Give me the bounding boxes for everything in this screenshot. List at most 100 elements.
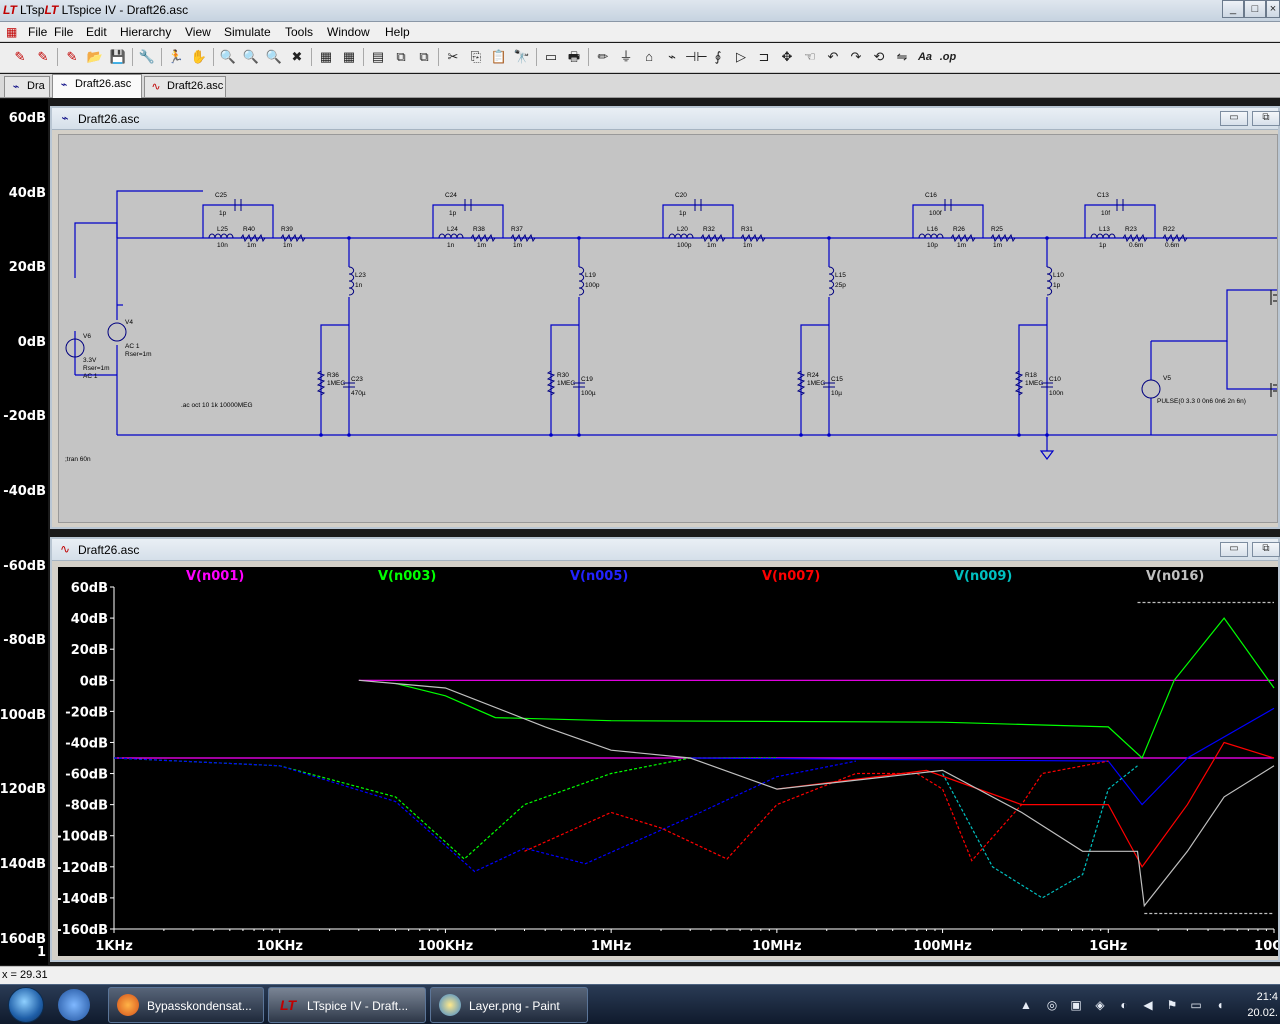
redo-icon[interactable]: ↷: [846, 47, 866, 67]
tray-antivirus-icon[interactable]: ◐: [1116, 997, 1132, 1013]
find-icon[interactable]: 🔭: [512, 47, 532, 67]
schematic-canvas[interactable]: C25 1p L25 10n R40 1m R39 1m L23 1n R36 1MEG C23 470µ…: [58, 134, 1278, 523]
inductor-icon[interactable]: ∮: [708, 47, 728, 67]
inductor-symbol: [348, 266, 355, 296]
tray-warning-icon[interactable]: ◀: [1140, 997, 1156, 1013]
system-clock[interactable]: 21:4 20.02.: [1247, 989, 1278, 1021]
trace-label[interactable]: V(n009): [954, 569, 1012, 584]
save-icon[interactable]: 💾: [108, 47, 128, 67]
toolbar-separator: [311, 48, 312, 66]
menu-help[interactable]: Help: [385, 25, 410, 39]
trace-label[interactable]: V(n003): [378, 569, 436, 584]
control-panel-icon[interactable]: 🔧: [137, 47, 157, 67]
text-icon[interactable]: Aa: [915, 47, 935, 67]
draw-wire-icon[interactable]: ✏: [593, 47, 613, 67]
ie-icon[interactable]: [58, 989, 90, 1021]
move-icon[interactable]: ✥: [777, 47, 797, 67]
menu-view[interactable]: View: [185, 25, 211, 39]
copy-icon[interactable]: ⎘: [466, 47, 486, 67]
label-net-icon[interactable]: ⌂: [639, 47, 659, 67]
tray-volume-icon[interactable]: ◖: [1212, 997, 1228, 1013]
menu-edit[interactable]: Edit: [86, 25, 107, 39]
minimize-button[interactable]: _: [1222, 0, 1244, 18]
grid-icon[interactable]: ▦: [339, 47, 359, 67]
new-schematic-icon[interactable]: ✎: [10, 47, 30, 67]
zoom-in-icon[interactable]: 🔍: [218, 47, 238, 67]
schematic-restore-button[interactable]: ⧉: [1252, 111, 1280, 126]
close-button[interactable]: ×: [1266, 0, 1280, 18]
menu-file-2[interactable]: File: [54, 25, 73, 39]
zoom-fit-icon[interactable]: 🔍: [241, 47, 261, 67]
open-icon[interactable]: ✎: [33, 47, 53, 67]
bg-axis-tick: -140dB: [0, 857, 46, 872]
menu-window[interactable]: Window: [327, 25, 370, 39]
trace-label[interactable]: V(n001): [186, 569, 244, 584]
schematic-minimize-button[interactable]: ▭: [1220, 111, 1248, 126]
cut-icon[interactable]: ✂: [443, 47, 463, 67]
cascade-icon[interactable]: ⧉: [391, 47, 411, 67]
start-button[interactable]: [8, 987, 44, 1023]
tile-vertical-icon[interactable]: ⧉: [414, 47, 434, 67]
new-symbol-icon[interactable]: ✎: [62, 47, 82, 67]
resistor-ref: R32: [703, 226, 715, 233]
tray-security-icon[interactable]: ◈: [1092, 997, 1108, 1013]
print-preview-icon[interactable]: ▭: [541, 47, 561, 67]
trace-label[interactable]: V(n016): [1146, 569, 1204, 584]
waveform-window[interactable]: ∿ Draft26.asc ▭ ⧉ V(n001) V(n003) V(n005) V…: [50, 537, 1280, 962]
zoom-cancel-icon[interactable]: ✖: [287, 47, 307, 67]
shunt-resistor-ref: R30: [557, 372, 569, 379]
inductor-symbol: [668, 233, 694, 239]
component-icon[interactable]: ⊐: [754, 47, 774, 67]
schematic-window-title-bar[interactable]: ⌁ Draft26.asc ▭ ⧉: [52, 108, 1280, 130]
menu-hierarchy[interactable]: Hierarchy: [120, 25, 171, 39]
waveform-plot[interactable]: V(n001) V(n003) V(n005) V(n007) V(n009) V(n01…: [58, 567, 1278, 956]
undo-icon[interactable]: ↶: [823, 47, 843, 67]
resistor-icon[interactable]: ⌁: [662, 47, 682, 67]
menu-simulate[interactable]: Simulate: [224, 25, 271, 39]
mirror-icon[interactable]: ⇋: [892, 47, 912, 67]
resistor-ref: R31: [741, 226, 753, 233]
paste-icon[interactable]: 📋: [489, 47, 509, 67]
open-file-icon[interactable]: 📂: [85, 47, 105, 67]
capacitor-icon[interactable]: ⊣⊢: [685, 47, 708, 67]
tray-flag-icon[interactable]: ⚑: [1164, 997, 1180, 1013]
tray-app-icon[interactable]: ▲: [1018, 997, 1034, 1013]
trace-label[interactable]: V(n007): [762, 569, 820, 584]
maximize-button[interactable]: □: [1244, 0, 1266, 18]
drag-icon[interactable]: ☜: [800, 47, 820, 67]
tray-display-icon[interactable]: ▭: [1188, 997, 1204, 1013]
trace-label[interactable]: V(n005): [570, 569, 628, 584]
taskbar-button-label: Bypasskondensat...: [147, 999, 252, 1013]
rotate-icon[interactable]: ⟲: [869, 47, 889, 67]
tray-network-icon[interactable]: ◎: [1044, 997, 1060, 1013]
doc-menu-icon[interactable]: ▦: [6, 25, 17, 39]
v4-name: V4: [125, 319, 133, 326]
inductor-symbol: [1046, 266, 1053, 296]
window-title-bar[interactable]: LT LTspLT LTspice IV - Draft26.asc _ □ ×: [0, 0, 1280, 22]
taskbar-paint-button[interactable]: Layer.png - Paint: [430, 987, 588, 1023]
tile-horizontal-icon[interactable]: ▤: [368, 47, 388, 67]
spice-directive-icon[interactable]: .op: [938, 47, 958, 67]
waveform-minimize-button[interactable]: ▭: [1220, 542, 1248, 557]
autorange-icon[interactable]: ▦: [316, 47, 336, 67]
menu-tools[interactable]: Tools: [285, 25, 313, 39]
run-icon[interactable]: 🏃: [166, 47, 186, 67]
waveform-restore-button[interactable]: ⧉: [1252, 542, 1280, 557]
schematic-window[interactable]: ⌁ Draft26.asc ▭ ⧉ C25 1p L25 10n R40 1m …: [50, 106, 1280, 529]
tab-draft-partial[interactable]: ⌁ Dra: [4, 76, 50, 97]
zoom-out-icon[interactable]: 🔍: [264, 47, 284, 67]
print-icon[interactable]: 🖶: [564, 47, 584, 67]
x-tick-label: 10MHz: [752, 939, 801, 954]
taskbar-firefox-button[interactable]: Bypasskondensat...: [108, 987, 264, 1023]
menu-file[interactable]: File: [28, 25, 47, 39]
taskbar-ltspice-button[interactable]: LT LTspice IV - Draft...: [268, 987, 426, 1023]
resistor-value: 1m: [283, 242, 292, 249]
halt-icon[interactable]: ✋: [189, 47, 209, 67]
diode-icon[interactable]: ▷: [731, 47, 751, 67]
waveform-window-title-bar[interactable]: ∿ Draft26.asc ▭ ⧉: [52, 539, 1280, 561]
ground-icon[interactable]: ⏚: [616, 47, 636, 67]
tab-draft26-waveform[interactable]: ∿ Draft26.asc: [144, 76, 226, 97]
shunt-inductor-ref: L10: [1053, 272, 1064, 279]
tray-monitor-icon[interactable]: ▣: [1068, 997, 1084, 1013]
tab-draft26-schematic[interactable]: ⌁ Draft26.asc: [52, 74, 142, 98]
